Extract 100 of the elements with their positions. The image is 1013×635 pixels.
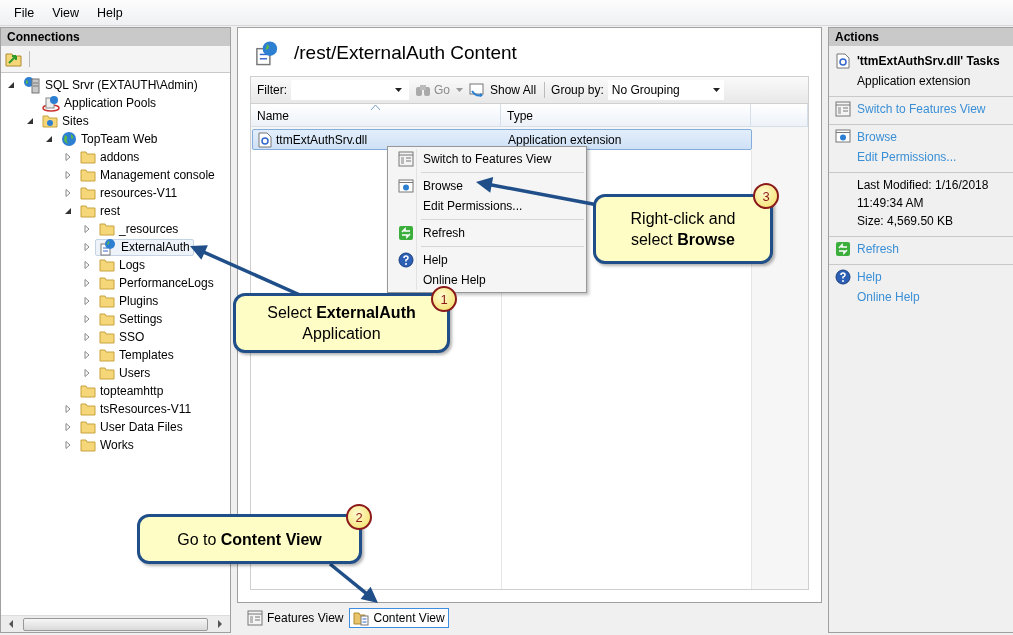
tree-item[interactable]: addons bbox=[76, 148, 144, 166]
browser-icon bbox=[835, 129, 851, 143]
menu-item[interactable]: Online Help bbox=[423, 273, 486, 287]
folder-icon bbox=[99, 222, 115, 236]
expand-icon[interactable] bbox=[64, 189, 72, 197]
tree-item[interactable]: topteamhttp bbox=[76, 382, 168, 400]
tree-item[interactable]: rest bbox=[76, 202, 124, 220]
show-all-button[interactable]: Show All bbox=[467, 82, 539, 98]
list-view-icon bbox=[835, 101, 851, 117]
browser-icon bbox=[397, 179, 414, 193]
callout-text: Select ExternalAuth Application bbox=[266, 303, 417, 344]
folder-icon bbox=[80, 150, 96, 164]
dropdown-icon[interactable] bbox=[395, 88, 402, 92]
menu-item[interactable]: Help bbox=[423, 253, 448, 267]
tree-item[interactable]: tsResources-V11 bbox=[76, 400, 196, 418]
tree-item[interactable]: Templates bbox=[95, 346, 178, 364]
expand-icon[interactable] bbox=[83, 297, 91, 305]
table-cell: ttmExtAuthSrv.dll bbox=[253, 131, 503, 148]
tree-item[interactable]: User Data Files bbox=[76, 418, 187, 436]
tree-item[interactable]: SSO bbox=[95, 328, 149, 346]
callout-text: Go to Content View bbox=[176, 529, 323, 550]
menu-item[interactable]: Help bbox=[89, 3, 131, 22]
expand-icon[interactable] bbox=[83, 225, 91, 233]
tree-item[interactable]: Works bbox=[76, 436, 138, 454]
folder-icon bbox=[99, 366, 115, 380]
expand-icon[interactable] bbox=[64, 423, 72, 431]
tree-item[interactable]: PerformanceLogs bbox=[95, 274, 218, 292]
globe-icon bbox=[61, 131, 77, 147]
sites-icon bbox=[42, 114, 58, 128]
folder-icon bbox=[99, 276, 115, 290]
expand-icon[interactable] bbox=[83, 261, 91, 269]
tree-item[interactable]: Logs bbox=[95, 256, 150, 274]
expand-icon[interactable] bbox=[64, 441, 72, 449]
menu-item[interactable]: View bbox=[44, 3, 88, 22]
view-tab[interactable]: Features View bbox=[243, 608, 348, 628]
info-text: Last Modified: 1/16/2018 11:49:34 AM bbox=[857, 177, 990, 212]
collapse-icon[interactable] bbox=[45, 135, 53, 143]
folder-icon bbox=[99, 294, 115, 308]
expand-icon[interactable] bbox=[83, 333, 91, 341]
tree-item[interactable]: Settings bbox=[95, 310, 167, 328]
left-arrow-icon[interactable] bbox=[7, 620, 15, 628]
scrollbar-thumb[interactable] bbox=[23, 617, 208, 631]
server-icon bbox=[23, 76, 41, 94]
tree-item[interactable]: Users bbox=[95, 364, 155, 382]
folder-icon bbox=[80, 168, 96, 182]
list-view-icon bbox=[397, 151, 414, 167]
dropdown-icon[interactable] bbox=[712, 88, 720, 92]
folder-icon bbox=[80, 384, 96, 398]
callout-text: Right-click and select Browse bbox=[629, 209, 737, 250]
tree-item[interactable]: TopTeam Web bbox=[57, 130, 162, 148]
tree-item[interactable]: Plugins bbox=[95, 292, 163, 310]
expand-icon[interactable] bbox=[64, 153, 72, 161]
task-heading: 'ttmExtAuthSrv.dll' Tasks bbox=[857, 53, 1000, 70]
right-arrow-icon[interactable] bbox=[216, 620, 224, 628]
group-by-label: Group by: bbox=[551, 83, 604, 97]
folder-icon bbox=[99, 312, 115, 326]
scrollbar[interactable] bbox=[1, 615, 230, 632]
folder-icon bbox=[80, 438, 96, 452]
table-row[interactable]: ttmExtAuthSrv.dll Application extension bbox=[252, 129, 752, 150]
tree-item[interactable]: _resources bbox=[95, 220, 183, 238]
folder-icon bbox=[99, 348, 115, 362]
expand-icon[interactable] bbox=[83, 315, 91, 323]
pane-header: Connections bbox=[1, 28, 230, 46]
info-text: Size: 4,569.50 KB bbox=[857, 213, 955, 230]
folder-icon bbox=[80, 420, 96, 434]
menu-item[interactable]: Edit Permissions... bbox=[423, 199, 523, 213]
menu-item[interactable]: Switch to Features View bbox=[423, 152, 552, 166]
connect-icon[interactable] bbox=[5, 51, 23, 67]
tree-item[interactable]: Application Pools bbox=[38, 94, 161, 112]
tree-item[interactable]: Sites bbox=[38, 112, 93, 130]
collapse-icon[interactable] bbox=[7, 81, 15, 89]
collapse-icon[interactable] bbox=[64, 207, 72, 215]
expand-icon[interactable] bbox=[64, 171, 72, 179]
tree-item[interactable]: resources-V11 bbox=[76, 184, 182, 202]
column-header[interactable]: Type bbox=[501, 104, 751, 126]
tree-item[interactable]: Management console bbox=[76, 166, 219, 184]
view-tab[interactable]: Content View bbox=[349, 608, 449, 628]
help-icon bbox=[397, 252, 414, 268]
folder-icon bbox=[99, 330, 115, 344]
table-cell-text: Application extension bbox=[507, 132, 623, 147]
refresh-icon bbox=[397, 225, 414, 241]
group-by-dropdown[interactable]: No Grouping bbox=[607, 80, 724, 100]
expand-icon[interactable] bbox=[64, 405, 72, 413]
column-header[interactable]: Name bbox=[251, 104, 501, 126]
expand-icon[interactable] bbox=[83, 243, 91, 251]
expand-icon[interactable] bbox=[83, 279, 91, 287]
menu-item[interactable]: File bbox=[6, 3, 43, 22]
window-arrow-icon bbox=[469, 82, 487, 98]
expand-icon[interactable] bbox=[83, 351, 91, 359]
collapse-icon[interactable] bbox=[26, 117, 34, 125]
refresh-icon bbox=[835, 241, 851, 257]
tree-item[interactable]: ExternalAuth bbox=[95, 238, 194, 256]
menu-item[interactable]: Browse bbox=[423, 179, 463, 193]
tree-item[interactable]: SQL Srvr (EXTAUTH\Admin) bbox=[19, 76, 202, 94]
expand-icon[interactable] bbox=[83, 369, 91, 377]
folder-icon bbox=[80, 186, 96, 200]
menu-item[interactable]: Refresh bbox=[423, 226, 466, 240]
application-icon bbox=[254, 40, 280, 66]
filter-field[interactable] bbox=[291, 80, 409, 100]
help-icon bbox=[835, 269, 851, 285]
